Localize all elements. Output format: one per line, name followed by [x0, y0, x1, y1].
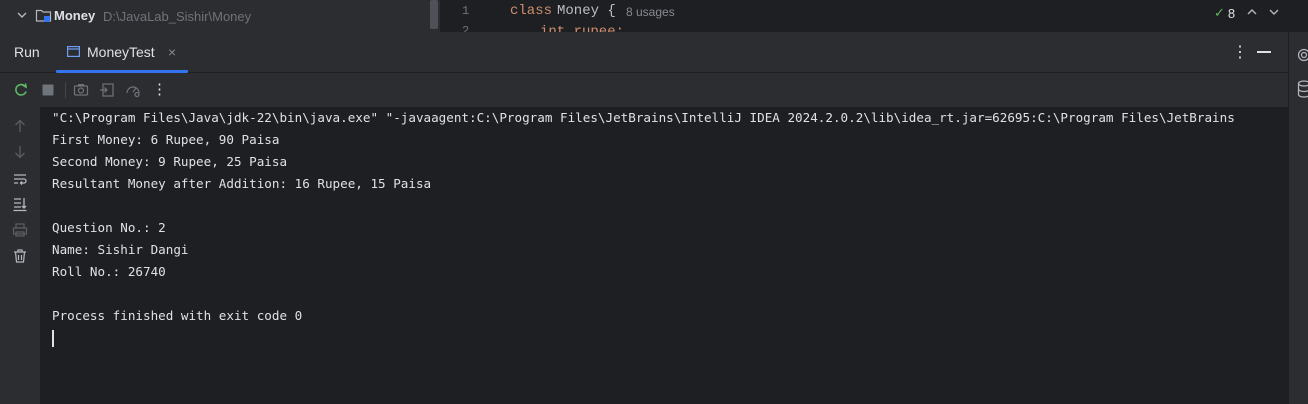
tab-label: MoneyTest	[87, 44, 155, 60]
console-icon	[67, 46, 80, 57]
screenshot-icon[interactable]	[73, 82, 89, 98]
more-options-icon[interactable]: ⋮	[152, 80, 167, 98]
trash-icon[interactable]	[12, 248, 28, 264]
tab-moneytest[interactable]: MoneyTest ×	[56, 32, 188, 73]
console-line-command: "C:\Program Files\Java\jdk-22\bin\java.e…	[52, 110, 1235, 125]
inspection-count: 8	[1227, 5, 1236, 21]
minimize-icon[interactable]	[1257, 51, 1271, 53]
rerun-icon[interactable]	[13, 82, 29, 98]
run-toolbar: ⋮	[0, 73, 1288, 107]
print-icon[interactable]	[12, 222, 28, 238]
restore-layout-icon[interactable]	[99, 82, 115, 98]
module-folder-icon	[35, 9, 52, 22]
up-arrow-icon[interactable]	[12, 118, 28, 134]
more-options-icon[interactable]: ⋮	[1232, 42, 1248, 62]
settings-icon[interactable]	[125, 82, 141, 98]
project-name: Money	[54, 8, 96, 23]
console-line: Second Money: 9 Rupee, 25 Paisa	[52, 154, 288, 169]
database-icon[interactable]	[1297, 80, 1308, 98]
scroll-to-end-icon[interactable]	[12, 196, 28, 212]
checkmark-icon: ✓	[1214, 5, 1225, 20]
console-output[interactable]: "C:\Program Files\Java\jdk-22\bin\java.e…	[41, 107, 1288, 404]
run-window-title: Run	[14, 44, 40, 60]
chevron-down-icon[interactable]	[1268, 6, 1280, 18]
project-tree-row[interactable]: Money D:\JavaLab_Sishir\Money	[0, 0, 430, 32]
usages-hint[interactable]: 8 usages	[626, 5, 675, 19]
code-class-name: Money {	[557, 3, 616, 19]
console-line: Name: Sishir Dangi	[52, 242, 189, 257]
console-line: Resultant Money after Addition: 16 Rupee…	[52, 176, 432, 191]
project-scrollbar[interactable]	[430, 0, 438, 29]
toolbar-separator	[65, 82, 66, 98]
console-line-exit-status: Process finished with exit code 0	[52, 308, 303, 323]
stop-icon[interactable]	[40, 82, 56, 98]
text-caret	[52, 330, 54, 347]
inspection-widget[interactable]: ✓ 8	[1214, 5, 1235, 21]
ai-assistant-icon[interactable]	[1297, 47, 1308, 63]
console-side-tools	[0, 107, 41, 404]
soft-wrap-icon[interactable]	[12, 171, 28, 187]
run-tool-window-header: Run MoneyTest × ⋮	[0, 32, 1288, 73]
line-number: 1	[462, 4, 470, 18]
console-line: First Money: 6 Rupee, 90 Paisa	[52, 132, 280, 147]
console-line: Roll No.: 26740	[52, 264, 166, 279]
close-icon[interactable]: ×	[168, 44, 176, 60]
chevron-up-icon[interactable]	[1246, 6, 1258, 18]
project-path: D:\JavaLab_Sishir\Money	[103, 9, 252, 24]
code-keyword: class	[510, 3, 553, 19]
console-line: Question No.: 2	[52, 220, 166, 235]
chevron-down-icon[interactable]	[16, 9, 28, 21]
down-arrow-icon[interactable]	[12, 144, 28, 160]
